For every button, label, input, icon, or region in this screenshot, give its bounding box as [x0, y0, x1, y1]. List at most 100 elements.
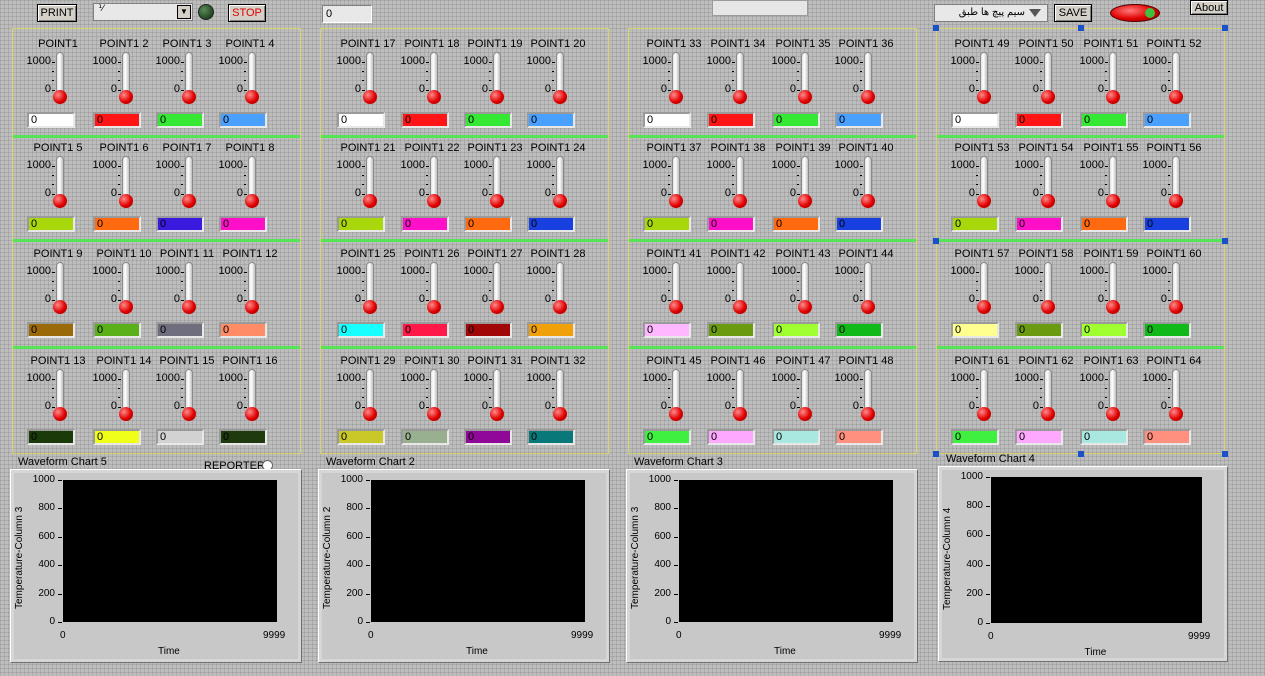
- scale-tick: [52, 281, 54, 282]
- point-label: POINT1 49: [954, 38, 1010, 50]
- scale-tick: [52, 290, 54, 291]
- scale-tick: [1168, 184, 1170, 185]
- y-tick-label: 800: [654, 502, 671, 513]
- scale-max-label: 1000: [834, 372, 859, 384]
- thermometer-bulb-icon: [119, 90, 133, 104]
- scale-tick: [1168, 166, 1171, 167]
- scale-tick: [668, 281, 670, 282]
- temperature-point: POINT1 14 1000 0 0: [93, 355, 155, 455]
- print-button[interactable]: PRINT: [37, 4, 77, 22]
- save-button[interactable]: SAVE: [1054, 4, 1092, 22]
- scale-max-label: 1000: [336, 55, 361, 67]
- point-label: POINT1 18: [404, 38, 460, 50]
- scale-tick: [181, 281, 183, 282]
- scale-tick: [181, 388, 183, 389]
- scale-max-label: 1000: [526, 55, 551, 67]
- scale-max-label: 1000: [92, 55, 117, 67]
- temperature-point: POINT1 18 1000 0 0: [401, 38, 463, 138]
- scale-tick: [1040, 379, 1043, 380]
- point-label: POINT1 63: [1083, 355, 1139, 367]
- ring-selector[interactable]: ⅟ ▼: [93, 3, 193, 21]
- y-tick-label: 0: [357, 616, 363, 627]
- scale-tick: [489, 281, 491, 282]
- temperature-point: POINT1 51 1000 0 0: [1080, 38, 1142, 138]
- scale-tick: [860, 290, 862, 291]
- temperature-point: POINT1 26 1000 0 0: [401, 248, 463, 348]
- scale-tick: [976, 184, 978, 185]
- selection-handle[interactable]: [1077, 451, 1084, 457]
- scale-max-label: 1000: [771, 159, 796, 171]
- scale-min-label: 0: [110, 400, 117, 412]
- y-tick-label: 400: [654, 559, 671, 570]
- point-value-display: 0: [93, 429, 141, 445]
- y-tick-label: 200: [966, 588, 983, 599]
- scale-tick: [1040, 290, 1042, 291]
- temperature-point: POINT1 28 1000 0 0: [527, 248, 589, 348]
- thermometer-bulb-icon: [1169, 90, 1183, 104]
- power-led-button[interactable]: [1110, 4, 1160, 22]
- chevron-down-icon[interactable]: [1029, 9, 1041, 17]
- temperature-point: POINT1 13 1000 0 0: [27, 355, 89, 455]
- scale-tick: [860, 379, 863, 380]
- point-value-display: 0: [464, 429, 512, 445]
- chart-plot-area[interactable]: [63, 480, 277, 622]
- selection-handle[interactable]: [1077, 25, 1084, 31]
- scale-min-label: 0: [1097, 400, 1104, 412]
- temperature-point: POINT1 10 1000 0 0: [93, 248, 155, 348]
- scale-tick: [860, 80, 862, 81]
- temperature-point: POINT1 4 1000 0 0: [219, 38, 281, 138]
- stop-button[interactable]: STOP: [228, 4, 266, 22]
- thermometer-bulb-icon: [733, 407, 747, 421]
- scale-tick: [52, 379, 55, 380]
- selection-handle[interactable]: [933, 451, 939, 457]
- chevron-down-icon[interactable]: ▼: [177, 5, 191, 19]
- thermometer-bulb-icon: [733, 194, 747, 208]
- point-label: POINT1 62: [1018, 355, 1074, 367]
- thermometer-bulb-icon: [798, 90, 812, 104]
- selection-handle[interactable]: [1222, 25, 1228, 31]
- point-value-display: 0: [156, 112, 204, 128]
- thermometer-bulb-icon: [977, 194, 991, 208]
- scale-tick: [181, 71, 183, 72]
- scale-min-label: 0: [1097, 293, 1104, 305]
- y-tick-mark: [986, 506, 990, 507]
- scale-tick: [732, 166, 735, 167]
- selection-handle[interactable]: [1222, 238, 1228, 244]
- point-value-display: 0: [27, 216, 75, 232]
- scale-tick: [552, 175, 554, 176]
- chart-plot-area[interactable]: [679, 480, 893, 622]
- point-label: POINT1 30: [404, 355, 460, 367]
- selection-handle[interactable]: [933, 25, 939, 31]
- y-tick-mark: [986, 594, 990, 595]
- thermometer-bulb-icon: [490, 194, 504, 208]
- point-label: POINT1 9: [33, 248, 83, 260]
- temperature-point: POINT1 54 1000 0 0: [1015, 142, 1077, 242]
- chart-plot-area[interactable]: [991, 477, 1202, 623]
- scale-tick: [362, 175, 364, 176]
- selection-handle[interactable]: [933, 238, 939, 244]
- point-value-display: 0: [951, 429, 999, 445]
- point-value-display: 0: [401, 429, 449, 445]
- thermometer-bulb-icon: [1041, 407, 1055, 421]
- dropdown-value: سیم پیچ ها طبق: [958, 7, 1025, 18]
- point-label: POINT1: [38, 38, 78, 50]
- point-label: POINT1 64: [1146, 355, 1202, 367]
- point-value-display: 0: [27, 429, 75, 445]
- scale-max-label: 1000: [526, 159, 551, 171]
- thermometer-bulb-icon: [733, 90, 747, 104]
- point-label: POINT1 56: [1146, 142, 1202, 154]
- point-label: POINT1 54: [1018, 142, 1074, 154]
- winding-dropdown[interactable]: سیم پیچ ها طبق: [934, 4, 1048, 22]
- scale-tick: [52, 184, 54, 185]
- selection-handle[interactable]: [1222, 451, 1228, 457]
- about-button[interactable]: About: [1190, 0, 1228, 15]
- numeric-input[interactable]: 0: [322, 5, 372, 23]
- y-tick-mark: [674, 537, 678, 538]
- scale-tick: [426, 290, 428, 291]
- chart-plot-area[interactable]: [371, 480, 585, 622]
- scale-tick: [1105, 272, 1108, 273]
- scale-min-label: 0: [418, 293, 425, 305]
- scale-tick: [797, 281, 799, 282]
- thermometer-bulb-icon: [490, 300, 504, 314]
- temperature-point: POINT1 21 1000 0 0: [337, 142, 399, 242]
